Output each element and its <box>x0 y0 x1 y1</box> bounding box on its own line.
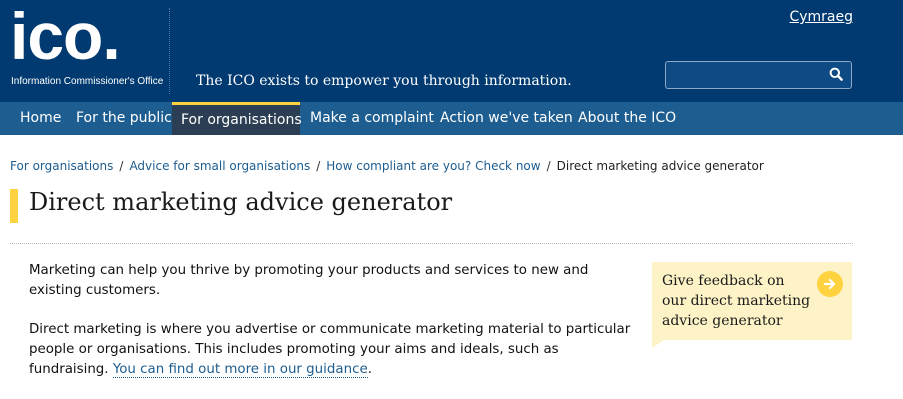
arrow-right-icon[interactable] <box>817 271 843 297</box>
logo-subtitle: Information Commissioner's Office <box>11 76 164 87</box>
search-box <box>665 61 852 89</box>
title-accent-bar <box>10 189 18 223</box>
intro-paragraph: Marketing can help you thrive by promoti… <box>29 263 589 298</box>
strapline: The ICO exists to empower you through in… <box>196 73 572 89</box>
logo-divider <box>169 8 170 94</box>
main-nav: Home For the public For organisations Ma… <box>0 102 903 135</box>
feedback-link-text[interactable]: Give feedback on our direct marketing ad… <box>662 271 812 331</box>
breadcrumb: For organisations / Advice for small organ… <box>10 159 764 173</box>
breadcrumb-link[interactable]: For organisations <box>10 159 113 173</box>
breadcrumb-link[interactable]: How compliant are you? Check now <box>326 159 540 173</box>
intro-paragraph: Direct marketing is where you advertise … <box>29 320 639 380</box>
language-toggle-link[interactable]: Cymraeg <box>789 9 853 25</box>
breadcrumb-current: Direct marketing advice generator <box>556 159 764 173</box>
ico-logo[interactable]: ico. Information Commissioner's Office <box>10 0 170 92</box>
feedback-callout-tail <box>652 340 664 348</box>
nav-for-the-public[interactable]: For the public <box>67 102 172 135</box>
feedback-callout[interactable]: Give feedback on our direct marketing ad… <box>652 262 852 340</box>
logo-wordmark: ico. <box>10 0 121 73</box>
breadcrumb-separator: / <box>546 159 551 173</box>
site-header: ico. Information Commissioner's Office T… <box>0 0 903 102</box>
nav-make-a-complaint[interactable]: Make a complaint <box>300 102 434 135</box>
search-input[interactable] <box>666 62 816 88</box>
breadcrumb-link[interactable]: Advice for small organisations <box>129 159 310 173</box>
breadcrumb-separator: / <box>316 159 321 173</box>
nav-action-weve-taken[interactable]: Action we've taken <box>430 102 573 135</box>
breadcrumb-separator: / <box>119 159 124 173</box>
title-divider <box>10 243 853 244</box>
nav-about-the-ico[interactable]: About the ICO <box>568 102 678 135</box>
nav-home[interactable]: Home <box>10 102 70 135</box>
page-title: Direct marketing advice generator <box>29 188 453 216</box>
nav-for-organisations[interactable]: For organisations <box>172 102 302 135</box>
search-button[interactable] <box>821 62 851 88</box>
intro-text: Marketing can help you thrive by promoti… <box>29 261 639 399</box>
search-icon <box>829 66 843 85</box>
paragraph-end: . <box>367 362 372 377</box>
